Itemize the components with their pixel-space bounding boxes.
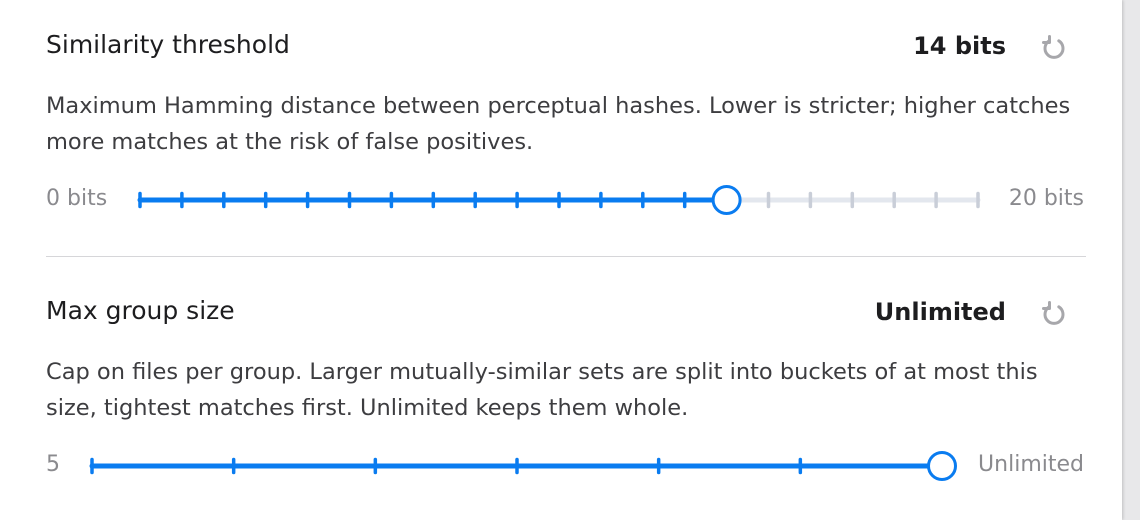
max-group-size-value: Unlimited	[874, 298, 1006, 326]
max-group-size-title: Max group size	[46, 296, 235, 325]
slider-thumb[interactable]	[927, 451, 957, 481]
max-group-size-slider[interactable]	[78, 446, 978, 486]
similarity-threshold-slider[interactable]	[126, 180, 996, 220]
similarity-threshold-value: 14 bits	[913, 32, 1006, 60]
reset-icon[interactable]	[1040, 300, 1068, 328]
similarity-threshold-title: Similarity threshold	[46, 30, 290, 59]
settings-panel: Similarity threshold 14 bits Maximum Ham…	[0, 0, 1122, 520]
reset-icon[interactable]	[1040, 34, 1068, 62]
slider-thumb[interactable]	[711, 185, 742, 215]
similarity-threshold-section: Similarity threshold 14 bits Maximum Ham…	[46, 0, 1086, 257]
similarity-threshold-description: Maximum Hamming distance between percept…	[46, 93, 1071, 155]
threshold-max-label: 20 bits	[1008, 186, 1084, 211]
max-group-size-description: Cap on files per group. Larger mutually-…	[46, 359, 1038, 421]
group-size-min-label: 5	[46, 452, 60, 477]
threshold-min-label: 0 bits	[46, 186, 108, 211]
group-size-max-label: Unlimited	[978, 452, 1084, 477]
max-group-size-section: Max group size Unlimited Cap on files pe…	[46, 258, 1086, 520]
